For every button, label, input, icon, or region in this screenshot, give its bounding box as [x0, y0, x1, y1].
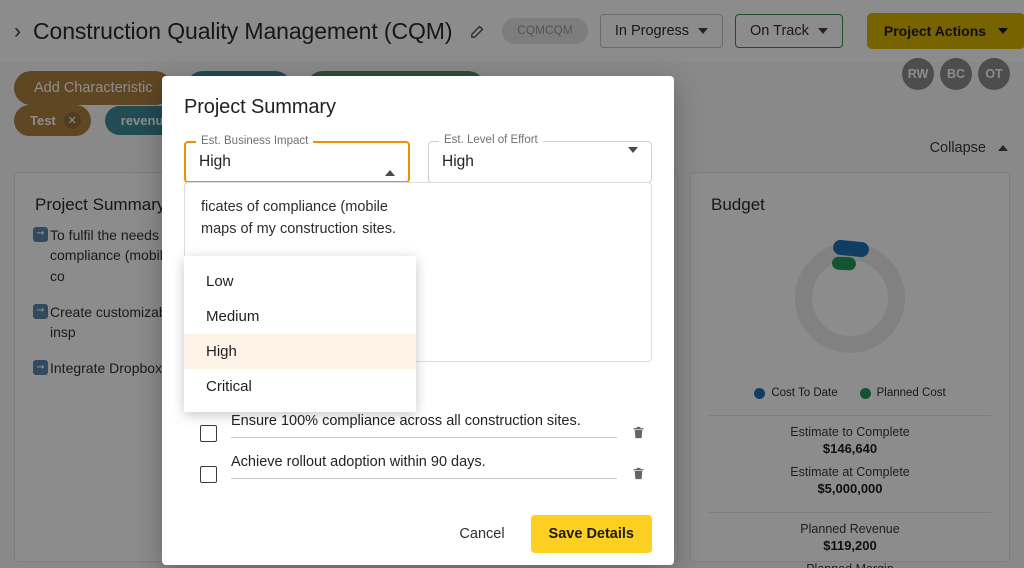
chevron-up-icon[interactable]	[385, 153, 395, 176]
description-text: ficates of compliance (mobile maps of my…	[201, 199, 397, 237]
project-summary-modal: Project Summary Est. Business Impact Hig…	[162, 76, 674, 565]
key-result-input[interactable]: Ensure 100% compliance across all constr…	[231, 411, 617, 439]
cancel-button[interactable]: Cancel	[449, 518, 514, 550]
trash-icon[interactable]	[631, 465, 646, 487]
description-line: ficates of compliance (mobile maps of my…	[201, 197, 635, 241]
trash-icon[interactable]	[631, 424, 646, 446]
business-impact-dropdown-menu[interactable]: Low Medium High Critical	[184, 256, 416, 412]
modal-title: Project Summary	[184, 96, 336, 118]
key-result-row: Achieve rollout adoption within 90 days.	[184, 452, 652, 487]
dropdown-option-medium[interactable]: Medium	[184, 299, 416, 334]
key-result-text: Ensure 100% compliance across all constr…	[231, 413, 581, 429]
level-of-effort-select[interactable]: Est. Level of Effort High	[428, 134, 652, 183]
chevron-down-icon[interactable]	[628, 147, 638, 171]
save-details-button[interactable]: Save Details	[530, 515, 652, 553]
selects-row: Est. Business Impact High Est. Level of …	[162, 119, 674, 183]
key-result-input[interactable]: Achieve rollout adoption within 90 days.	[231, 452, 617, 480]
key-result-text: Achieve rollout adoption within 90 days.	[231, 454, 486, 470]
modal-footer: Cancel Save Details	[162, 503, 674, 565]
key-result-checkbox[interactable]	[200, 425, 217, 442]
key-result-row: Ensure 100% compliance across all constr…	[184, 411, 652, 446]
dropdown-option-low[interactable]: Low	[184, 264, 416, 299]
dropdown-option-high[interactable]: High	[184, 334, 416, 369]
level-of-effort-label: Est. Level of Effort	[439, 134, 543, 146]
business-impact-select[interactable]: Est. Business Impact High	[184, 135, 410, 183]
business-impact-label: Est. Business Impact	[196, 135, 314, 147]
level-of-effort-value: High	[442, 153, 474, 170]
key-result-checkbox[interactable]	[200, 466, 217, 483]
screen: › Construction Quality Management (CQM) …	[0, 0, 1024, 568]
dropdown-option-critical[interactable]: Critical	[184, 369, 416, 404]
business-impact-value: High	[199, 153, 231, 170]
